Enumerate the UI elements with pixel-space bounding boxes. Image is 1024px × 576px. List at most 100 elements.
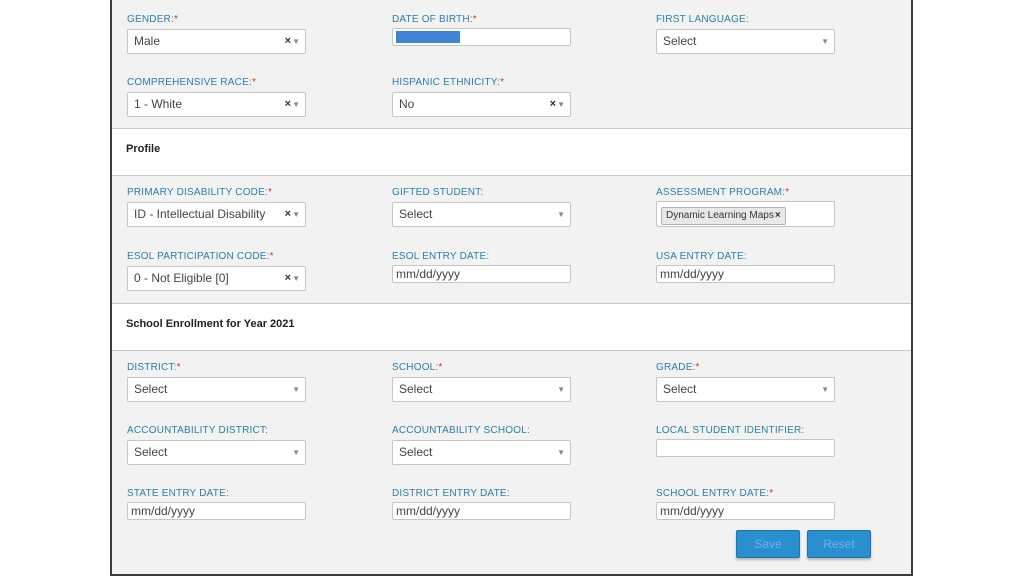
chevron-down-icon[interactable]: ▼	[821, 30, 829, 53]
gender-field: GENDER:* Male × ▼	[127, 14, 306, 54]
gifted-select[interactable]: Select ▼	[392, 202, 571, 227]
race-label: COMPREHENSIVE RACE:	[127, 77, 252, 88]
chevron-down-icon[interactable]: ▼	[557, 93, 565, 116]
disability-value: ID - Intellectual Disability	[134, 207, 266, 221]
district-label: DISTRICT:	[127, 362, 177, 373]
save-button[interactable]: Save	[736, 530, 800, 558]
chevron-down-icon[interactable]: ▼	[292, 378, 300, 401]
remove-tag-icon[interactable]: ×	[775, 210, 781, 221]
gender-value: Male	[134, 34, 161, 48]
chevron-down-icon[interactable]: ▼	[557, 203, 565, 226]
assessment-multiselect[interactable]: Dynamic Learning Maps×	[656, 201, 835, 227]
chevron-down-icon[interactable]: ▼	[292, 203, 300, 226]
chevron-down-icon[interactable]: ▼	[292, 267, 300, 290]
assessment-tag: Dynamic Learning Maps×	[661, 207, 786, 225]
required-marker: *	[769, 488, 774, 499]
district-date-input[interactable]: mm/dd/yyyy	[392, 502, 571, 520]
chevron-down-icon[interactable]: ▼	[557, 441, 565, 464]
dob-field: DATE OF BIRTH:*	[392, 14, 571, 46]
required-marker: *	[176, 362, 181, 373]
esol-code-value: 0 - Not Eligible [0]	[134, 271, 229, 285]
race-value: 1 - White	[134, 97, 183, 111]
grade-label: GRADE:	[656, 362, 696, 373]
esol-date-input[interactable]: mm/dd/yyyy	[392, 265, 571, 283]
enrollment-header: School Enrollment for Year 2021	[112, 303, 911, 351]
tag-label: Dynamic Learning Maps	[666, 210, 774, 221]
required-marker: *	[500, 77, 505, 88]
gender-select[interactable]: Male × ▼	[127, 29, 306, 54]
acc-district-value: Select	[134, 445, 168, 459]
first-language-label: FIRST LANGUAGE:	[656, 14, 749, 25]
chevron-down-icon[interactable]: ▼	[557, 378, 565, 401]
section-title: Profile	[126, 143, 161, 155]
state-date-field: STATE ENTRY DATE: mm/dd/yyyy	[127, 488, 306, 520]
assessment-label: ASSESSMENT PROGRAM:	[656, 187, 786, 198]
esol-date-field: ESOL ENTRY DATE: mm/dd/yyyy	[392, 251, 571, 283]
section-title: School Enrollment for Year 2021	[126, 318, 295, 330]
required-marker: *	[695, 362, 700, 373]
esol-code-label: ESOL PARTICIPATION CODE:	[127, 251, 270, 262]
district-date-label: DISTRICT ENTRY DATE:	[392, 488, 510, 499]
hispanic-select[interactable]: No × ▼	[392, 92, 571, 117]
acc-school-select[interactable]: Select ▼	[392, 440, 571, 465]
grade-field: GRADE:* Select ▼	[656, 362, 835, 402]
profile-section: PRIMARY DISABILITY CODE: * ID - Intellect…	[112, 176, 911, 303]
acc-school-label: ACCOUNTABILITY SCHOOL:	[392, 425, 530, 436]
esol-date-label: ESOL ENTRY DATE:	[392, 251, 490, 262]
school-value: Select	[399, 382, 433, 396]
acc-district-field: ACCOUNTABILITY DISTRICT: Select ▼	[127, 425, 306, 465]
school-label: SCHOOL:	[392, 362, 439, 373]
hispanic-value: No	[399, 97, 415, 111]
grade-select[interactable]: Select ▼	[656, 377, 835, 402]
school-date-field: SCHOOL ENTRY DATE:* mm/dd/yyyy	[656, 488, 835, 520]
disability-label: PRIMARY DISABILITY CODE:	[127, 187, 268, 198]
clear-icon[interactable]: ×	[285, 30, 291, 53]
local-id-input[interactable]	[656, 439, 835, 457]
acc-district-select[interactable]: Select ▼	[127, 440, 306, 465]
gifted-field: GIFTED STUDENT: Select ▼	[392, 187, 571, 227]
required-marker: *	[251, 77, 257, 88]
profile-header: Profile	[112, 128, 911, 176]
clear-icon[interactable]: ×	[285, 93, 291, 116]
school-field: SCHOOL:* Select ▼	[392, 362, 571, 402]
chevron-down-icon[interactable]: ▼	[292, 441, 300, 464]
esol-code-field: ESOL PARTICIPATION CODE:* 0 - Not Eligib…	[127, 251, 306, 291]
district-date-field: DISTRICT ENTRY DATE: mm/dd/yyyy	[392, 488, 571, 520]
acc-district-label: ACCOUNTABILITY DISTRICT:	[127, 425, 269, 436]
district-select[interactable]: Select ▼	[127, 377, 306, 402]
school-select[interactable]: Select ▼	[392, 377, 571, 402]
hispanic-field: HISPANIC ETHNICITY:* No × ▼	[392, 77, 571, 117]
school-date-input[interactable]: mm/dd/yyyy	[656, 502, 835, 520]
local-id-label: LOCAL STUDENT IDENTIFIER:	[656, 425, 805, 436]
clear-icon[interactable]: ×	[285, 203, 291, 226]
usa-date-input[interactable]: mm/dd/yyyy	[656, 265, 835, 283]
required-marker: *	[173, 14, 179, 25]
disability-select[interactable]: ID - Intellectual Disability × ▼	[127, 202, 306, 227]
first-language-value: Select	[663, 34, 697, 48]
student-form-panel: GENDER:* Male × ▼ DATE OF BIRTH:* FIRST LA…	[110, 0, 913, 576]
chevron-down-icon[interactable]: ▼	[821, 378, 829, 401]
reset-button[interactable]: Reset	[807, 530, 871, 558]
first-language-select[interactable]: Select ▼	[656, 29, 835, 54]
first-language-field: FIRST LANGUAGE: Select ▼	[656, 14, 835, 54]
required-marker: *	[785, 187, 790, 198]
assessment-field: ASSESSMENT PROGRAM:* Dynamic Learning Ma…	[656, 187, 835, 227]
gifted-value: Select	[399, 207, 433, 221]
race-select[interactable]: 1 - White × ▼	[127, 92, 306, 117]
hispanic-label: HISPANIC ETHNICITY:	[392, 77, 501, 88]
state-date-input[interactable]: mm/dd/yyyy	[127, 502, 306, 520]
esol-code-select[interactable]: 0 - Not Eligible [0] × ▼	[127, 266, 306, 291]
clear-icon[interactable]: ×	[285, 267, 291, 290]
disability-field: PRIMARY DISABILITY CODE:* ID - Intellect…	[127, 187, 306, 227]
district-value: Select	[134, 382, 168, 396]
required-marker: *	[269, 251, 274, 262]
demographics-section: GENDER:* Male × ▼ DATE OF BIRTH:* FIRST LA…	[112, 0, 911, 128]
chevron-down-icon[interactable]: ▼	[292, 93, 300, 116]
gender-label: GENDER:	[127, 14, 174, 25]
clear-icon[interactable]: ×	[550, 93, 556, 116]
district-field: DISTRICT:* Select ▼	[127, 362, 306, 402]
enrollment-section: DISTRICT:* Select ▼ SCHOOL:* Select ▼ GRAD…	[112, 351, 911, 574]
chevron-down-icon[interactable]: ▼	[292, 30, 300, 53]
dob-label: DATE OF BIRTH:	[392, 14, 473, 25]
dob-input[interactable]	[392, 28, 571, 46]
